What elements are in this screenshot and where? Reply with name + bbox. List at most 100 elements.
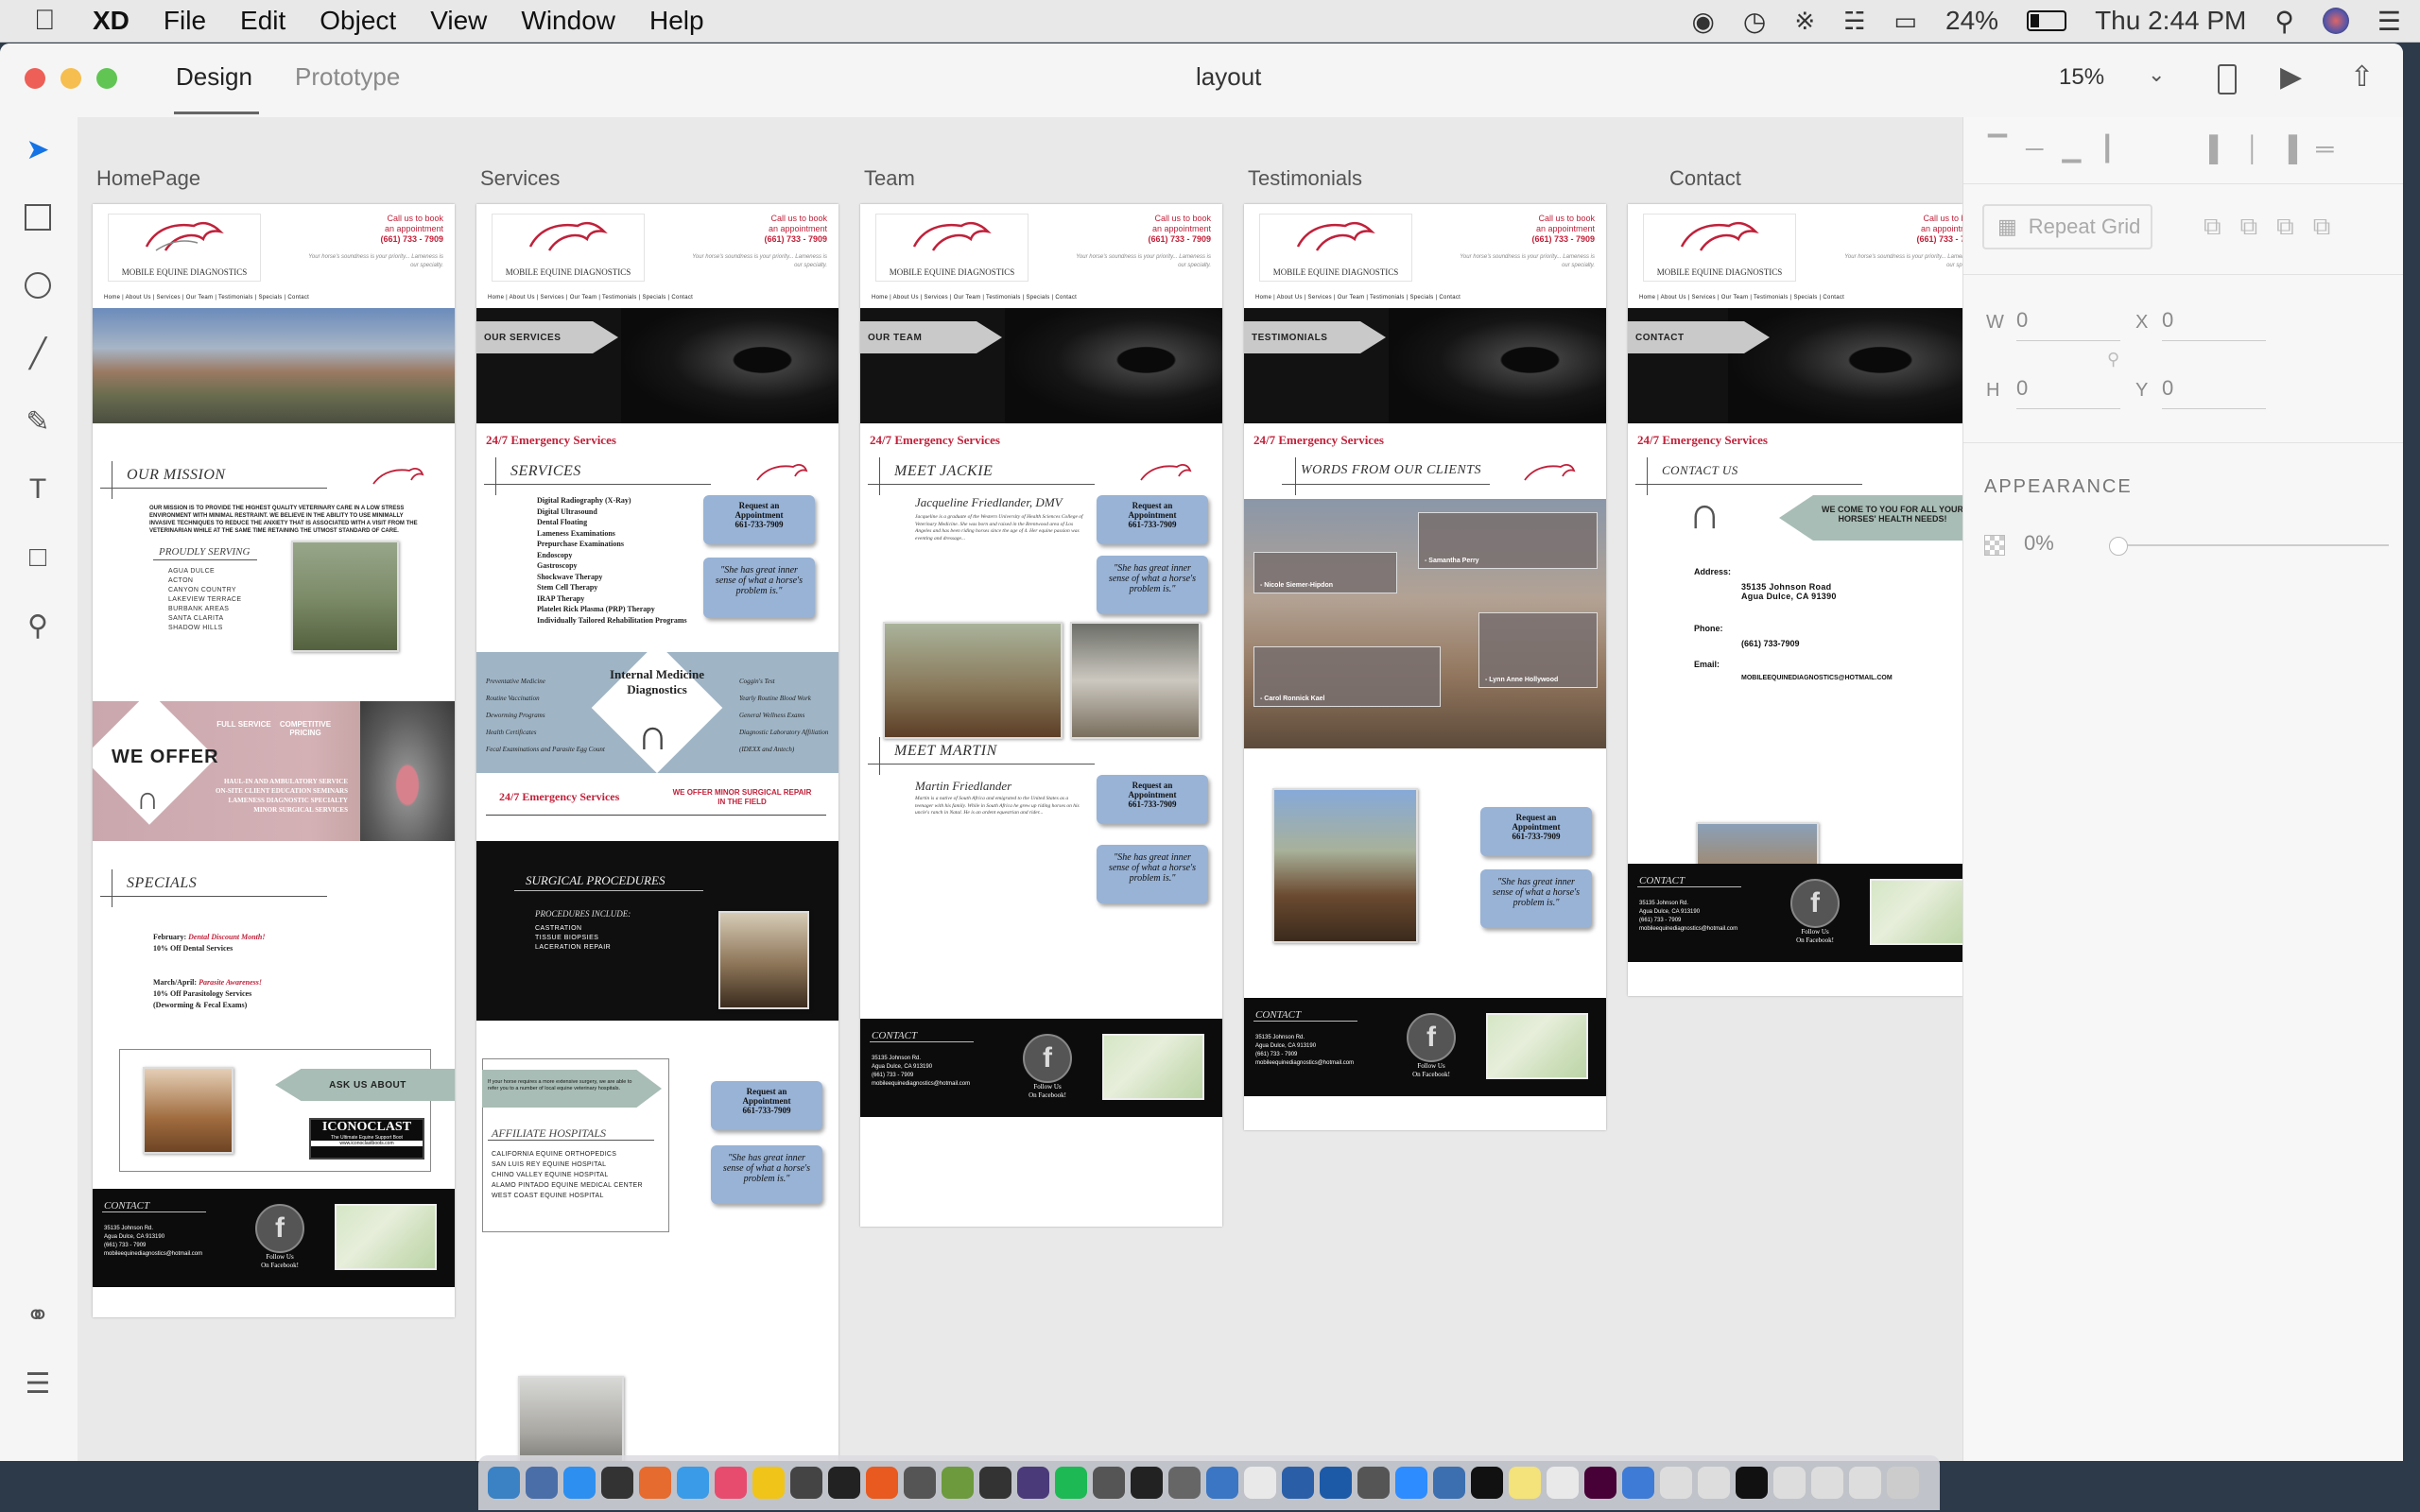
dock-app-icon[interactable]: [1282, 1467, 1314, 1499]
tab-prototype[interactable]: Prototype: [295, 62, 400, 92]
safari-icon[interactable]: [677, 1467, 709, 1499]
app-store-icon[interactable]: [563, 1467, 596, 1499]
wifi-icon[interactable]: ☵: [1843, 7, 1865, 36]
menu-view[interactable]: View: [430, 6, 487, 36]
artboard-label-services[interactable]: Services: [480, 166, 560, 191]
dock-app-icon[interactable]: [828, 1467, 860, 1499]
request-appointment-button[interactable]: Request an Appointment 661-733-7909: [703, 495, 815, 544]
dock-app-icon[interactable]: [904, 1467, 936, 1499]
trash-icon[interactable]: [1887, 1467, 1919, 1499]
bluetooth-icon[interactable]: ※: [1794, 7, 1815, 36]
dock-app-icon[interactable]: [866, 1467, 898, 1499]
align-bottom-icon[interactable]: ▁: [2062, 134, 2081, 163]
distribute-vertical-icon[interactable]: ═: [2316, 134, 2333, 163]
menu-app-name[interactable]: XD: [93, 6, 130, 36]
creative-cloud-icon[interactable]: ◉: [1691, 6, 1714, 37]
artboard-label-team[interactable]: Team: [864, 166, 915, 191]
opacity-input[interactable]: 0%: [2024, 531, 2054, 556]
firefox-icon[interactable]: [639, 1467, 671, 1499]
opacity-slider[interactable]: [2115, 544, 2389, 546]
document-icon[interactable]: [1811, 1467, 1843, 1499]
line-tool-icon[interactable]: ╱: [19, 335, 57, 372]
facebook-icon[interactable]: f: [1790, 879, 1840, 928]
width-input[interactable]: 0: [2016, 308, 2028, 333]
repeat-grid-button[interactable]: ▦ Repeat Grid: [1982, 204, 2152, 249]
mail-icon[interactable]: [752, 1467, 785, 1499]
terminal-icon[interactable]: [1471, 1467, 1503, 1499]
menu-object[interactable]: Object: [320, 6, 396, 36]
device-preview-icon[interactable]: [2218, 64, 2237, 94]
request-appointment-button[interactable]: Request an Appointment 661-733-7909: [1097, 775, 1208, 824]
ellipse-tool-icon[interactable]: [19, 266, 57, 304]
distribute-horizontal-icon[interactable]: ┃: [2100, 134, 2115, 163]
align-top-icon[interactable]: ▔: [1988, 134, 2007, 163]
text-tool-icon[interactable]: T: [19, 471, 57, 508]
height-input[interactable]: 0: [2016, 376, 2028, 401]
artboard-services[interactable]: MOBILE EQUINE DIAGNOSTICS Call us to boo…: [476, 204, 838, 1461]
siri-icon[interactable]: [2322, 8, 2349, 34]
share-icon[interactable]: ⇧: [2350, 60, 2374, 94]
spotlight-search-icon[interactable]: ⚲: [2274, 6, 2294, 37]
align-center-icon[interactable]: │: [2245, 134, 2260, 163]
facebook-icon[interactable]: f: [1407, 1013, 1456, 1062]
siri-app-icon[interactable]: [526, 1467, 558, 1499]
photos-icon[interactable]: [1244, 1467, 1276, 1499]
align-left-icon[interactable]: ▌: [2209, 134, 2226, 163]
align-middle-icon[interactable]: ─: [2026, 134, 2043, 163]
chevron-down-icon[interactable]: ⌄: [2148, 62, 2165, 87]
document-icon[interactable]: [1698, 1467, 1730, 1499]
zoom-level[interactable]: 15%: [2059, 64, 2104, 91]
exclude-shape-icon[interactable]: ⧉: [2313, 212, 2331, 242]
finder-icon[interactable]: [488, 1467, 520, 1499]
launchpad-icon[interactable]: [601, 1467, 633, 1499]
facebook-icon[interactable]: f: [255, 1204, 304, 1253]
clock[interactable]: Thu 2:44 PM: [2095, 6, 2246, 36]
time-machine-icon[interactable]: ◷: [1743, 6, 1766, 37]
artboard-label-contact[interactable]: Contact: [1669, 166, 1741, 191]
request-appointment-button[interactable]: Request an Appointment 661-733-7909: [711, 1081, 822, 1130]
request-appointment-button[interactable]: Request an Appointment 661-733-7909: [1097, 495, 1208, 544]
menu-help[interactable]: Help: [649, 6, 704, 36]
artboard-contact[interactable]: MOBILE EQUINE DIAGNOSTICS Call us to boo…: [1628, 204, 1962, 996]
artboard-label-testimonials[interactable]: Testimonials: [1248, 166, 1362, 191]
notification-center-icon[interactable]: ☰: [2377, 6, 2401, 37]
facebook-icon[interactable]: f: [1023, 1034, 1072, 1083]
document-icon[interactable]: [1773, 1467, 1806, 1499]
zoom-tool-icon[interactable]: ⚲: [19, 607, 57, 644]
artboard-home[interactable]: MOBILE EQUINE DIAGNOSTICS Call us to boo…: [93, 204, 455, 1317]
minimize-window-button[interactable]: [60, 68, 81, 89]
notes-icon[interactable]: [1509, 1467, 1541, 1499]
artboard-label-home[interactable]: HomePage: [96, 166, 200, 191]
opacity-slider-handle[interactable]: [2109, 537, 2128, 556]
dock-app-icon[interactable]: [1433, 1467, 1465, 1499]
dock-app-icon[interactable]: [1131, 1467, 1163, 1499]
document-icon[interactable]: [1660, 1467, 1692, 1499]
dock-app-icon[interactable]: [942, 1467, 974, 1499]
subtract-shape-icon[interactable]: ⧉: [2240, 212, 2258, 242]
zoom-app-icon[interactable]: [1395, 1467, 1427, 1499]
dock-app-icon[interactable]: [1206, 1467, 1238, 1499]
dock-app-icon[interactable]: [790, 1467, 822, 1499]
dock-app-icon[interactable]: [1320, 1467, 1352, 1499]
dock-app-icon[interactable]: [1736, 1467, 1768, 1499]
menu-file[interactable]: File: [164, 6, 206, 36]
close-window-button[interactable]: [25, 68, 45, 89]
artboard-testimonials[interactable]: MOBILE EQUINE DIAGNOSTICS Call us to boo…: [1244, 204, 1606, 1130]
menu-edit[interactable]: Edit: [240, 6, 285, 36]
battery-icon[interactable]: [2027, 10, 2067, 31]
itunes-icon[interactable]: [715, 1467, 747, 1499]
menu-window[interactable]: Window: [521, 6, 615, 36]
intersect-shape-icon[interactable]: ⧉: [2276, 212, 2294, 242]
airplay-icon[interactable]: ▭: [1893, 7, 1917, 36]
request-appointment-button[interactable]: Request an Appointment 661-733-7909: [1480, 807, 1592, 856]
layers-icon[interactable]: ☰: [19, 1365, 57, 1402]
apple-icon[interactable]: : [34, 5, 72, 37]
add-shape-icon[interactable]: ⧉: [2204, 212, 2221, 242]
tab-design[interactable]: Design: [176, 62, 252, 92]
artboard-tool-icon[interactable]: □: [19, 539, 57, 576]
dock-app-icon[interactable]: [1093, 1467, 1125, 1499]
dock-app-icon[interactable]: [1357, 1467, 1390, 1499]
dock-app-icon[interactable]: [1017, 1467, 1049, 1499]
select-tool-icon[interactable]: ➤: [19, 130, 57, 168]
zoom-window-button[interactable]: [96, 68, 117, 89]
